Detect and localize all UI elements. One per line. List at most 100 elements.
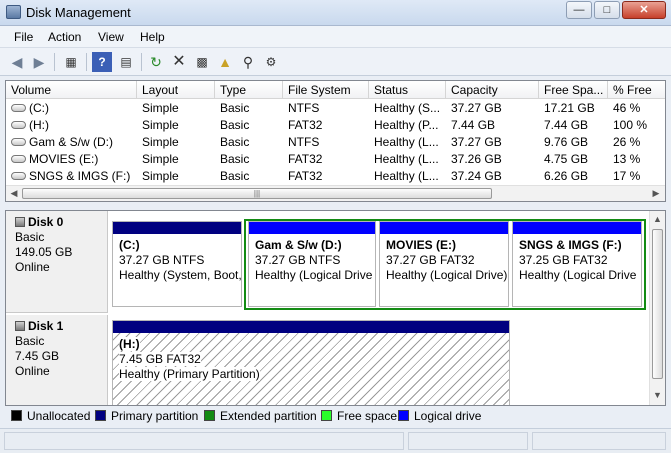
column-header-file-system[interactable]: File System [283, 81, 369, 99]
settings-icon[interactable]: ⚙ [261, 52, 281, 72]
volume-type: Basic [220, 135, 250, 149]
forward-arrow-icon[interactable]: ▶ [29, 52, 49, 72]
toolbar-separator [86, 53, 87, 71]
partition-c[interactable]: (C:) 37.27 GB NTFS Healthy (System, Boot… [112, 221, 242, 307]
disk-status: Online [15, 260, 50, 274]
disk-name: Disk 0 [28, 215, 64, 229]
menu-view[interactable]: View [98, 30, 124, 44]
partition-d[interactable]: Gam & S/w (D:) 37.27 GB NTFS Healthy (Lo… [248, 221, 376, 307]
menu-help[interactable]: Help [140, 30, 165, 44]
legend-swatch [11, 410, 22, 421]
back-arrow-icon[interactable]: ◀ [7, 52, 27, 72]
column-header-capacity[interactable]: Capacity [446, 81, 539, 99]
volume-name: SNGS & IMGS (F:) [29, 169, 131, 183]
scroll-right-icon[interactable]: ▶ [650, 188, 662, 199]
legend-label: Extended partition [220, 409, 317, 423]
logical-drive-bar [380, 222, 508, 234]
menu-file[interactable]: File [14, 30, 33, 44]
scroll-up-icon[interactable]: ▲ [652, 214, 663, 224]
vertical-scrollbar[interactable]: ▲ ▼ [649, 211, 665, 405]
legend-item: Unallocated [11, 409, 90, 423]
volume-file-system: FAT32 [288, 118, 323, 132]
open-folder-icon[interactable]: ▲ [215, 52, 235, 72]
volume-free-space: 17.21 GB [544, 101, 595, 115]
legend-swatch [95, 410, 106, 421]
disk-size: 149.05 GB [15, 245, 73, 259]
volume-layout: Simple [142, 152, 179, 166]
volume-layout: Simple [142, 135, 179, 149]
disk-management-app-icon [6, 5, 21, 19]
volume-type: Basic [220, 152, 250, 166]
column-header-percent-free[interactable]: % Free [608, 81, 665, 99]
drive-icon [11, 155, 26, 163]
legend-label: Unallocated [27, 409, 91, 423]
volume-name: (H:) [29, 118, 49, 132]
column-header-layout[interactable]: Layout [137, 81, 215, 99]
scrollbar-thumb[interactable]: ||| [22, 188, 492, 199]
partition-h[interactable]: (H:) 7.45 GB FAT32 Healthy (Primary Part… [112, 320, 510, 405]
legend-item: Primary partition [95, 409, 198, 423]
close-button[interactable]: ✕ [622, 1, 666, 19]
legend-label: Primary partition [111, 409, 199, 423]
column-header-type[interactable]: Type [215, 81, 283, 99]
scroll-left-icon[interactable]: ◀ [8, 188, 20, 199]
table-row[interactable]: SNGS & IMGS (F:) [6, 168, 137, 185]
disk-0-info[interactable]: Disk 0 Basic 149.05 GB Online [6, 211, 108, 313]
volume-percent-free: 17 % [613, 169, 641, 183]
table-row[interactable]: MOVIES (E:) [6, 151, 137, 168]
primary-partition-bar [113, 321, 509, 333]
volume-name: MOVIES (E:) [29, 152, 99, 166]
table-row[interactable]: (C:) [6, 100, 137, 117]
partition-label: SNGS & IMGS (F:) [519, 238, 622, 252]
volume-percent-free: 13 % [613, 152, 641, 166]
help-icon[interactable]: ? [92, 52, 112, 72]
menu-bar: File Action View Help [0, 26, 671, 48]
partition-status: Healthy (Logical Drive) [386, 268, 508, 282]
volume-capacity: 7.44 GB [451, 118, 496, 132]
disk-graphical-view: Disk 0 Basic 149.05 GB Online (C:) 37.27… [5, 210, 666, 406]
delete-icon[interactable]: ✕ [169, 52, 189, 72]
partition-status: Healthy (Logical Drive [255, 268, 373, 282]
status-bar [0, 428, 671, 453]
drive-icon [11, 138, 26, 146]
volume-layout: Simple [142, 101, 179, 115]
partition-filesystem: 37.25 GB FAT32 [519, 253, 608, 267]
help-topics-icon[interactable]: ▤ [116, 52, 136, 72]
maximize-button[interactable]: □ [594, 1, 620, 19]
horizontal-scrollbar[interactable]: ◀ ||| ▶ [6, 185, 665, 201]
volume-free-space: 6.26 GB [544, 169, 589, 183]
partition-e[interactable]: MOVIES (E:) 37.27 GB FAT32 Healthy (Logi… [379, 221, 509, 307]
window-title: Disk Management [26, 5, 131, 20]
scrollbar-thumb[interactable] [652, 229, 663, 379]
partition-label: MOVIES (E:) [386, 238, 457, 252]
volume-free-space: 4.75 GB [544, 152, 589, 166]
disk-type: Basic [15, 334, 45, 348]
legend-label: Logical drive [414, 409, 482, 423]
column-header-status[interactable]: Status [369, 81, 446, 99]
volume-status: Healthy (P... [374, 118, 439, 132]
table-row[interactable]: (H:) [6, 117, 137, 134]
search-icon[interactable]: ⚲ [238, 52, 258, 72]
column-header-volume[interactable]: Volume [6, 81, 137, 99]
legend-swatch [398, 410, 409, 421]
disk-status: Online [15, 364, 50, 378]
volume-type: Basic [220, 169, 250, 183]
volume-percent-free: 100 % [613, 118, 648, 132]
partition-f[interactable]: SNGS & IMGS (F:) 37.25 GB FAT32 Healthy … [512, 221, 642, 307]
legend-item: Logical drive [398, 409, 481, 423]
volume-capacity: 37.26 GB [451, 152, 502, 166]
disk-1-info[interactable]: Disk 1 Basic 7.45 GB Online [6, 315, 108, 405]
volume-status: Healthy (S... [374, 101, 441, 115]
table-row[interactable]: Gam & S/w (D:) [6, 134, 137, 151]
legend: Unallocated Primary partition Extended p… [5, 407, 666, 425]
menu-action[interactable]: Action [48, 30, 81, 44]
refresh-icon[interactable]: ↻ [146, 52, 166, 72]
volume-status: Healthy (L... [374, 152, 439, 166]
properties-icon[interactable]: ▩ [192, 52, 212, 72]
minimize-button[interactable]: — [566, 1, 592, 19]
volume-layout: Simple [142, 169, 179, 183]
show-hide-console-tree-icon[interactable]: ▦ [61, 52, 81, 72]
column-header-free-space[interactable]: Free Spa... [539, 81, 608, 99]
scroll-down-icon[interactable]: ▼ [652, 390, 663, 400]
partition-status: Healthy (Primary Partition) [119, 367, 260, 381]
